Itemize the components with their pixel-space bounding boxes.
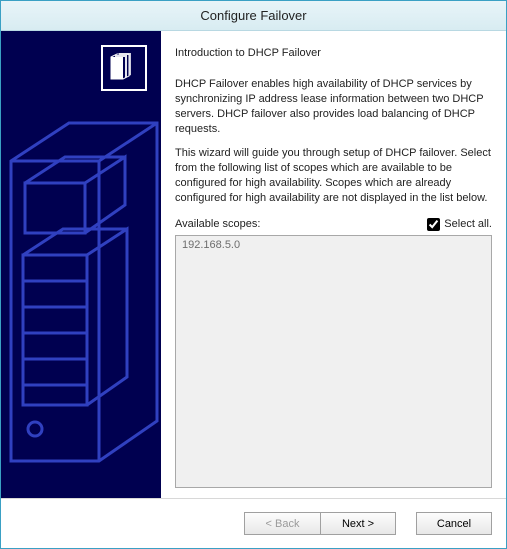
window-title: Configure Failover — [200, 8, 306, 23]
wizard-footer: < Back Next > Cancel — [1, 498, 506, 548]
select-all-control[interactable]: Select all. — [427, 218, 492, 231]
wizard-logo-icon — [101, 45, 147, 91]
back-button: < Back — [244, 512, 320, 535]
titlebar: Configure Failover — [1, 1, 506, 31]
nav-button-group: < Back Next > — [244, 512, 396, 535]
select-all-checkbox[interactable] — [427, 218, 440, 231]
cancel-button[interactable]: Cancel — [416, 512, 492, 535]
scopes-header-row: Available scopes: Select all. — [175, 218, 492, 231]
scopes-listbox[interactable]: 192.168.5.0 — [175, 235, 492, 488]
intro-paragraph-2: This wizard will guide you through setup… — [175, 146, 492, 205]
next-button[interactable]: Next > — [320, 512, 396, 535]
wizard-main-panel: Introduction to DHCP Failover DHCP Failo… — [161, 31, 506, 498]
wizard-sidebar — [1, 31, 161, 498]
wizard-window: Configure Failover — [0, 0, 507, 549]
select-all-label: Select all. — [444, 218, 492, 230]
server-graphic-icon — [9, 121, 159, 501]
list-item[interactable]: 192.168.5.0 — [182, 239, 485, 251]
intro-paragraph-1: DHCP Failover enables high availability … — [175, 77, 492, 136]
content-area: Introduction to DHCP Failover DHCP Failo… — [1, 31, 506, 498]
page-heading: Introduction to DHCP Failover — [175, 47, 492, 59]
available-scopes-label: Available scopes: — [175, 218, 260, 230]
